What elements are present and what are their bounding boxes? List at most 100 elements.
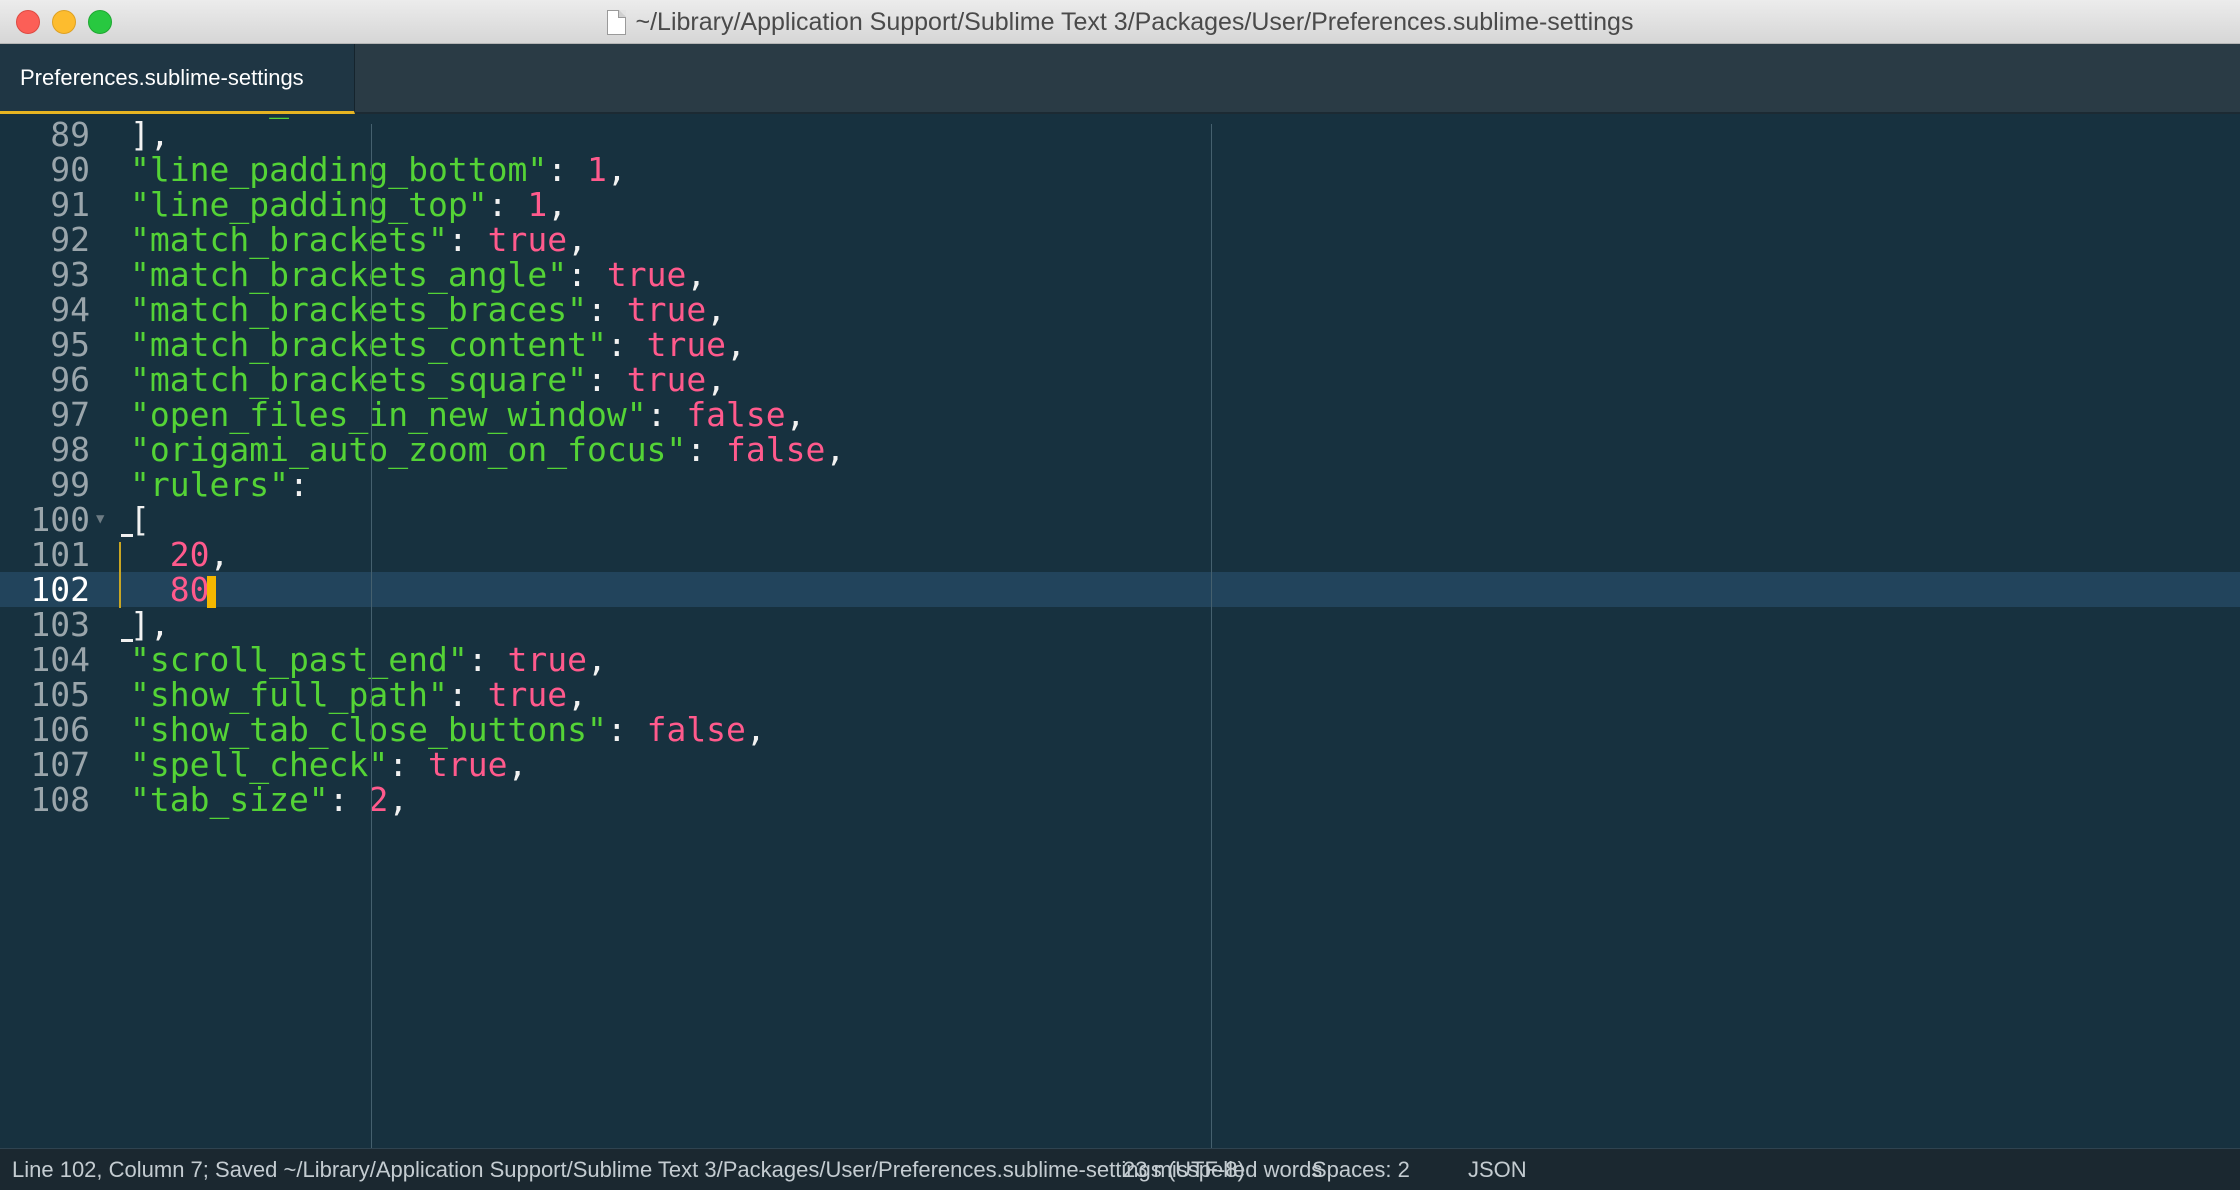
code-token: "line_padding_top" bbox=[130, 185, 488, 224]
code-token: : bbox=[447, 220, 488, 259]
code-token: , bbox=[388, 780, 409, 819]
code-token: "line_padding_bottom" bbox=[130, 150, 548, 189]
code-line[interactable]: 98 "origami_auto_zoom_on_focus": false, bbox=[0, 432, 2240, 467]
code-token: true bbox=[428, 745, 508, 784]
fold-arrow-icon[interactable]: ▼ bbox=[96, 502, 104, 537]
line-number: 93 bbox=[50, 255, 90, 294]
line-number: 91 bbox=[50, 185, 90, 224]
code-token: 1 bbox=[527, 185, 548, 224]
code-token: , bbox=[726, 325, 746, 364]
code-token: true bbox=[626, 360, 707, 399]
code-token: "tab_size" bbox=[130, 780, 329, 819]
status-indentation[interactable]: Spaces: 2 bbox=[1312, 1157, 1410, 1183]
line-code: ], bbox=[130, 117, 170, 152]
current-code-line[interactable]: 102 80 bbox=[0, 570, 2240, 609]
code-token: true bbox=[626, 290, 707, 329]
line-code: ], bbox=[130, 607, 170, 642]
code-line[interactable]: 106 "show_tab_close_buttons": false, bbox=[0, 712, 2240, 747]
code-token: , bbox=[587, 640, 607, 679]
code-token: "match_brackets_braces" bbox=[130, 290, 587, 329]
line-number: 99 bbox=[50, 465, 90, 504]
line-code: "open_files_in_new_window": false, bbox=[130, 397, 806, 432]
code-token: ], bbox=[130, 605, 170, 644]
line-code: "scroll_past_end": true, bbox=[130, 642, 607, 677]
code-token: true bbox=[487, 675, 568, 714]
code-token: , bbox=[686, 255, 707, 294]
code-line[interactable]: 105 "show_full_path": true, bbox=[0, 677, 2240, 712]
code-token: false bbox=[726, 430, 826, 469]
tab-preferences-settings[interactable]: Preferences.sublime-settings bbox=[0, 44, 355, 114]
code-token: "match_brackets_square" bbox=[130, 360, 587, 399]
line-code: "match_brackets_angle": true, bbox=[130, 257, 706, 292]
code-line[interactable]: 103], bbox=[0, 607, 2240, 642]
line-number: 107 bbox=[30, 745, 90, 784]
line-number: 97 bbox=[50, 395, 90, 434]
line-number: 104 bbox=[30, 640, 90, 679]
code-line[interactable]: 99 "rulers": bbox=[0, 467, 2240, 502]
code-line[interactable]: 107 "spell_check": true, bbox=[0, 747, 2240, 782]
tab-bar: Preferences.sublime-settings bbox=[0, 44, 2240, 114]
code-token: , bbox=[547, 185, 568, 224]
line-code: "origami_auto_zoom_on_focus": false, bbox=[130, 432, 845, 467]
code-line[interactable]: 93 "match_brackets_angle": true, bbox=[0, 257, 2240, 292]
code-token: false bbox=[646, 710, 746, 749]
code-line[interactable]: 96 "match_brackets_square": true, bbox=[0, 362, 2240, 397]
code-token: , bbox=[745, 710, 766, 749]
code-token: "origami_auto_zoom_on_focus" bbox=[130, 430, 687, 469]
close-bracket-match-underline bbox=[121, 639, 133, 642]
line-code: [ bbox=[130, 502, 150, 537]
code-line[interactable]: 91 "line_padding_top": 1, bbox=[0, 187, 2240, 222]
code-line[interactable]: 89], bbox=[0, 117, 2240, 152]
code-token: , bbox=[567, 220, 587, 259]
status-syntax[interactable]: JSON bbox=[1468, 1157, 1527, 1183]
document-icon bbox=[606, 9, 626, 35]
line-code: "line_padding_top": 1, bbox=[130, 187, 567, 222]
line-number: 106 bbox=[30, 710, 90, 749]
code-token: , bbox=[825, 430, 846, 469]
code-line[interactable]: 95 "match_brackets_content": true, bbox=[0, 327, 2240, 362]
line-number: 89 bbox=[50, 115, 90, 154]
code-line[interactable]: 108 "tab_size": 2, bbox=[0, 782, 2240, 817]
code-token: : bbox=[646, 395, 687, 434]
code-token: : bbox=[487, 185, 528, 224]
code-token: : bbox=[467, 640, 508, 679]
code-token: : bbox=[388, 745, 429, 784]
line-number: 95 bbox=[50, 325, 90, 364]
code-token: , bbox=[606, 150, 627, 189]
status-bar: Line 102, Column 7; Saved ~/Library/Appl… bbox=[0, 1148, 2240, 1190]
window-title-wrap: ~/Library/Application Support/Sublime Te… bbox=[0, 0, 2240, 44]
code-token: : bbox=[586, 290, 627, 329]
line-number: 105 bbox=[30, 675, 90, 714]
line-code: "match_brackets_square": true, bbox=[130, 362, 726, 397]
code-token: true bbox=[487, 220, 568, 259]
code-token: : bbox=[606, 710, 647, 749]
line-code: "match_brackets_content": true, bbox=[130, 327, 746, 362]
code-token: : bbox=[328, 780, 369, 819]
code-line[interactable]: 94 "match_brackets_braces": true, bbox=[0, 292, 2240, 327]
ruler-column-20 bbox=[371, 124, 372, 1148]
code-line[interactable]: 92 "match_brackets": true, bbox=[0, 222, 2240, 257]
line-code: "show_full_path": true, bbox=[130, 677, 587, 712]
code-token: 20 bbox=[130, 535, 210, 574]
code-token: "show_full_path" bbox=[130, 675, 448, 714]
code-line[interactable]: 97 "open_files_in_new_window": false, bbox=[0, 397, 2240, 432]
code-line[interactable]: 101 20, bbox=[0, 537, 2240, 572]
status-cursor-position: Line 102, Column 7; Saved ~/Library/Appl… bbox=[12, 1157, 1245, 1182]
line-code: "show_tab_close_buttons": false, bbox=[130, 712, 766, 747]
code-token: false bbox=[686, 395, 786, 434]
code-line[interactable]: 104 "scroll_past_end": true, bbox=[0, 642, 2240, 677]
code-token: ], bbox=[130, 115, 170, 154]
code-editor[interactable]: 88 "draw_active"89],90"line_padding_bott… bbox=[0, 114, 2240, 1148]
code-token: "match_brackets" bbox=[130, 220, 448, 259]
code-token: : bbox=[288, 465, 309, 504]
code-line[interactable]: 90 "line_padding_bottom": 1, bbox=[0, 152, 2240, 187]
status-spell-check[interactable]: 23 misspelled words bbox=[1123, 1157, 1322, 1183]
line-code: 80 bbox=[130, 572, 217, 608]
code-line[interactable]: 100 ▼ [ bbox=[0, 502, 2240, 537]
line-number: 102 bbox=[30, 570, 90, 609]
code-area[interactable]: 88 "draw_active"89],90"line_padding_bott… bbox=[0, 114, 2240, 1148]
code-token: "show_tab_close_buttons" bbox=[130, 710, 607, 749]
code-token: "match_brackets_angle" bbox=[130, 255, 568, 294]
text-cursor bbox=[207, 575, 217, 608]
code-token: "rulers" bbox=[130, 465, 289, 504]
